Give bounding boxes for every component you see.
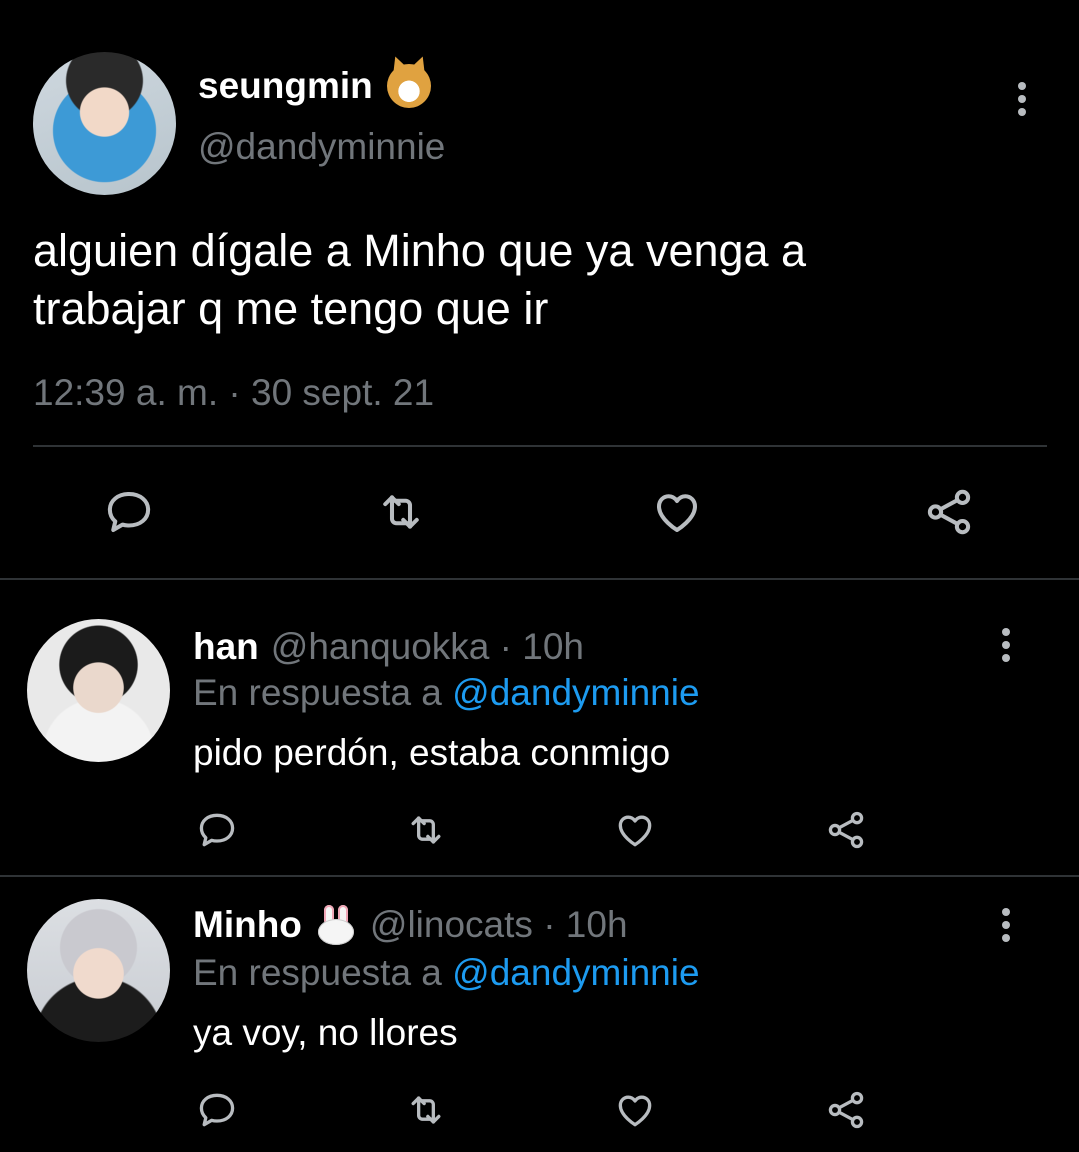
retweet-icon[interactable]: [374, 485, 428, 539]
reply-mention[interactable]: @dandyminnie: [452, 672, 699, 713]
dog-face-icon: [386, 64, 431, 108]
more-options-icon[interactable]: [1012, 81, 1032, 117]
reply-header: Minho @linocats · 10h: [193, 904, 628, 946]
reply-prefix: En respuesta a: [193, 952, 453, 993]
divider: [33, 445, 1047, 447]
handle-and-time[interactable]: @hanquokka · 10h: [271, 626, 584, 668]
reply-header: han @hanquokka · 10h: [193, 626, 584, 668]
display-name: seungmin: [198, 65, 373, 106]
like-icon[interactable]: [613, 1088, 657, 1132]
reply-icon[interactable]: [195, 808, 239, 852]
share-icon[interactable]: [824, 1088, 868, 1132]
like-icon[interactable]: [650, 485, 704, 539]
reply-text: pido perdón, estaba conmigo: [193, 732, 671, 773]
share-icon[interactable]: [824, 808, 868, 852]
display-name[interactable]: Minho: [193, 904, 302, 946]
display-name[interactable]: han: [193, 626, 259, 668]
retweet-icon[interactable]: [404, 808, 448, 852]
reply-context: En respuesta a @dandyminnie: [193, 952, 700, 994]
author-name[interactable]: seungmin: [198, 64, 431, 108]
reply-mention[interactable]: @dandyminnie: [452, 952, 699, 993]
share-icon[interactable]: [922, 485, 976, 539]
reply-context: En respuesta a @dandyminnie: [193, 672, 700, 714]
reply-prefix: En respuesta a: [193, 672, 453, 713]
more-options-icon[interactable]: [996, 627, 1016, 663]
tweet-timestamp[interactable]: 12:39 a. m. · 30 sept. 21: [33, 372, 434, 414]
more-options-icon[interactable]: [996, 907, 1016, 943]
reply-text: ya voy, no llores: [193, 1012, 458, 1053]
like-icon[interactable]: [613, 808, 657, 852]
author-handle[interactable]: @dandyminnie: [198, 126, 445, 168]
tweet-text-line: trabajar q me tengo que ir: [33, 283, 549, 334]
avatar-seungmin[interactable]: [33, 52, 176, 195]
avatar-han[interactable]: [27, 619, 170, 762]
tweet-text: alguien dígale a Minho que ya venga a tr…: [33, 222, 1033, 338]
handle-and-time[interactable]: @linocats · 10h: [370, 904, 628, 946]
rabbit-face-icon: [316, 905, 356, 945]
reply-icon[interactable]: [102, 485, 156, 539]
divider: [0, 875, 1079, 877]
divider: [0, 578, 1079, 580]
retweet-icon[interactable]: [404, 1088, 448, 1132]
reply-icon[interactable]: [195, 1088, 239, 1132]
tweet-text-line: alguien dígale a Minho que ya venga a: [33, 225, 807, 276]
avatar-minho[interactable]: [27, 899, 170, 1042]
